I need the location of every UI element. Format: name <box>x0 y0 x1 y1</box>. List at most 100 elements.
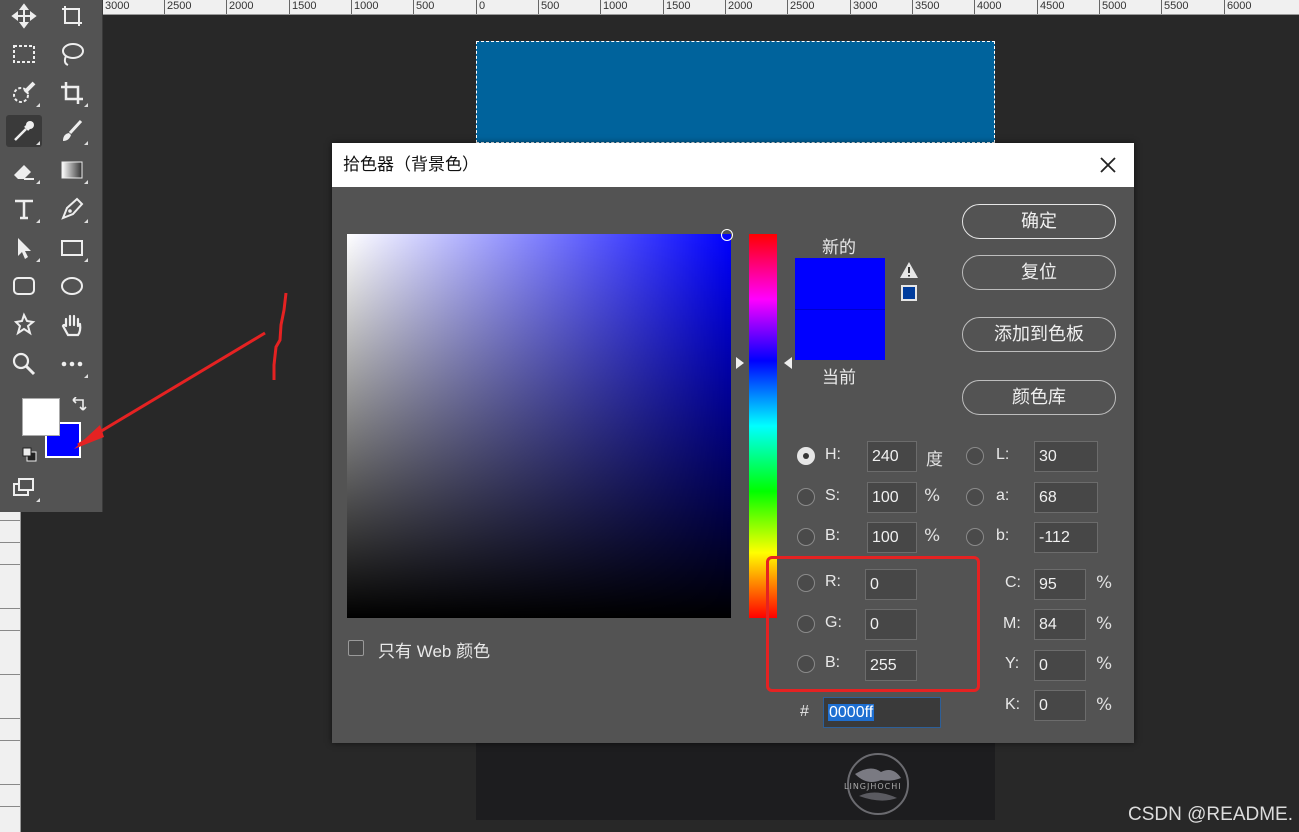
rect-marquee-tool[interactable] <box>6 38 42 70</box>
hue-input[interactable]: 240 <box>867 441 917 472</box>
b-channel-label: b: <box>996 527 1010 544</box>
artboard-icon <box>62 6 82 26</box>
artboard-tool[interactable] <box>54 0 90 32</box>
add-to-swatches-button[interactable]: 添加到色板 <box>962 317 1116 352</box>
rectangle-tool[interactable] <box>54 232 90 264</box>
lightness-radio[interactable] <box>966 447 984 465</box>
cyan-unit: % <box>1096 573 1113 593</box>
black-input[interactable]: 0 <box>1034 690 1086 721</box>
pen-tool[interactable] <box>54 193 90 225</box>
ok-button[interactable]: 确定 <box>962 204 1116 239</box>
default-colors-icon[interactable] <box>22 447 38 463</box>
saturation-label: S: <box>825 487 841 504</box>
hex-label: # <box>800 703 809 720</box>
yellow-input[interactable]: 0 <box>1034 650 1086 681</box>
crop-tool[interactable] <box>54 77 90 109</box>
current-color-preview[interactable] <box>795 309 885 360</box>
ruler-tick: 1000 <box>600 0 627 14</box>
warning-triangle-icon[interactable] <box>899 261 919 279</box>
color-field-picker-circle[interactable] <box>721 229 733 241</box>
saturation-radio[interactable] <box>797 488 815 506</box>
brightness-input[interactable]: 100 <box>867 522 917 553</box>
a-channel-radio[interactable] <box>966 488 984 506</box>
eyedropper-tool[interactable] <box>6 115 42 147</box>
b-channel-radio[interactable] <box>966 528 984 546</box>
ruler-tick: 1000 <box>351 0 378 14</box>
hue-unit: 度 <box>926 450 943 470</box>
eraser-tool[interactable] <box>6 154 42 186</box>
ruler-tick: 2500 <box>787 0 814 14</box>
lasso-tool[interactable] <box>54 38 90 70</box>
ruler-tick: 5000 <box>1099 0 1126 14</box>
hue-label: H: <box>825 446 841 463</box>
path-select-tool[interactable] <box>6 232 42 264</box>
saturation-input[interactable]: 100 <box>867 482 917 513</box>
foreground-color-swatch[interactable] <box>22 398 60 436</box>
brightness-label: B: <box>825 527 841 544</box>
puzzle-shape-icon <box>13 312 36 336</box>
b-channel-input[interactable]: -112 <box>1034 522 1098 553</box>
ruler-tick: 0 <box>476 0 485 14</box>
color-picker-dialog: 拾色器（背景色） 新的 当前 确定 复位 添加到色板 颜色库 H: 240 度 … <box>332 143 1134 743</box>
eyedropper-icon <box>14 121 34 141</box>
current-color-label: 当前 <box>822 368 856 387</box>
lightness-label: L: <box>996 446 1010 463</box>
custom-shape-tool[interactable] <box>6 309 42 341</box>
rounded-rect-tool[interactable] <box>6 270 42 302</box>
screen-mode-button[interactable] <box>6 472 42 504</box>
move-tool[interactable] <box>6 0 42 32</box>
ruler-tick: 4500 <box>1037 0 1064 14</box>
reset-button[interactable]: 复位 <box>962 255 1116 290</box>
brush-icon <box>63 119 83 141</box>
web-only-checkbox[interactable] <box>348 640 364 656</box>
hex-input[interactable]: 0000ff <box>823 697 941 728</box>
rect-marquee-icon <box>13 45 35 63</box>
hue-slider-handle[interactable] <box>734 356 794 370</box>
new-color-preview <box>795 258 885 309</box>
zoom-tool[interactable] <box>6 348 42 380</box>
dialog-title-bar[interactable]: 拾色器（背景色） <box>332 143 1134 187</box>
canvas-image-area[interactable]: LINGJHOCHI <box>476 742 995 820</box>
ruler-tick: 2000 <box>226 0 253 14</box>
brightness-radio[interactable] <box>797 528 815 546</box>
saturation-unit: % <box>924 486 941 506</box>
ruler-tick: 500 <box>538 0 559 14</box>
rectangle-icon <box>61 240 83 256</box>
lightness-input[interactable]: 30 <box>1034 441 1098 472</box>
lasso-icon <box>62 43 84 66</box>
a-channel-label: a: <box>996 487 1010 504</box>
shirt-logo-text: LINGJHOCHI <box>844 782 902 791</box>
a-channel-input[interactable]: 68 <box>1034 482 1098 513</box>
cyan-input[interactable]: 95 <box>1034 569 1086 600</box>
top-ruler[interactable]: 3000 2500 2000 1500 1000 500 0 500 1000 … <box>100 0 1299 15</box>
watermark: CSDN @README. <box>1128 804 1293 825</box>
yellow-unit: % <box>1096 654 1113 674</box>
type-tool[interactable] <box>6 193 42 225</box>
rounded-rect-icon <box>13 277 35 295</box>
black-label: K: <box>1005 696 1021 713</box>
hex-value: 0000ff <box>828 704 875 721</box>
ruler-tick: 1500 <box>663 0 690 14</box>
hue-radio[interactable] <box>797 447 815 465</box>
color-libraries-button[interactable]: 颜色库 <box>962 380 1116 415</box>
type-icon <box>15 199 33 220</box>
ruler-tick: 1500 <box>289 0 316 14</box>
arrow-pointer-icon <box>18 238 31 259</box>
magenta-input[interactable]: 84 <box>1034 609 1086 640</box>
close-icon[interactable] <box>1096 153 1120 177</box>
gradient-tool[interactable] <box>54 154 90 186</box>
new-color-label: 新的 <box>822 238 856 257</box>
ruler-tick: 2000 <box>725 0 752 14</box>
eraser-icon <box>14 165 34 180</box>
yellow-label: Y: <box>1005 655 1020 672</box>
web-safe-color-swatch[interactable] <box>901 285 917 301</box>
ruler-tick: 5500 <box>1161 0 1188 14</box>
color-field[interactable] <box>347 229 733 618</box>
left-ruler[interactable] <box>0 510 21 832</box>
cyan-label: C: <box>1005 574 1021 591</box>
brush-tool[interactable] <box>54 115 90 147</box>
quick-select-tool[interactable] <box>6 77 42 109</box>
magenta-unit: % <box>1096 614 1113 634</box>
ruler-tick: 6000 <box>1224 0 1251 14</box>
canvas-selection-area[interactable] <box>476 41 995 143</box>
